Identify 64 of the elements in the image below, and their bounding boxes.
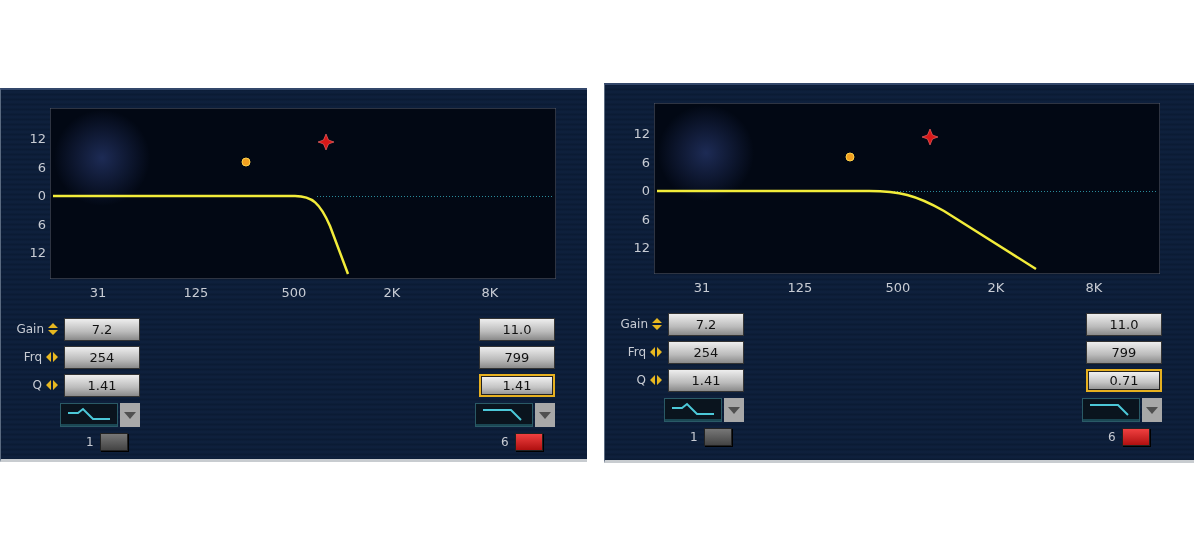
band-point-icon[interactable] <box>845 152 855 162</box>
parameter-label: Frq <box>23 350 42 364</box>
parameter-label: Q <box>32 378 42 392</box>
value-field[interactable]: 0.71 <box>1086 368 1162 392</box>
frequency-axis-label: 31 <box>88 285 108 302</box>
value-field[interactable]: 7.2 <box>64 317 140 341</box>
dropdown-icon[interactable] <box>724 398 744 422</box>
filter-type-selector[interactable] <box>475 403 533 427</box>
filter-type-selector[interactable] <box>1082 398 1140 422</box>
parameter-label: Frq <box>627 345 646 359</box>
gain-axis-label: 6 <box>37 216 46 234</box>
gain-axis-label: 12 <box>633 240 650 257</box>
gain-axis-label: 6 <box>641 154 650 172</box>
gain-axis-label: 12 <box>29 245 46 262</box>
left-right-arrows-icon[interactable] <box>46 380 58 390</box>
gain-axis-label: 6 <box>37 159 46 177</box>
band-toggle[interactable] <box>99 433 128 451</box>
dropdown-icon[interactable] <box>1142 398 1162 422</box>
frequency-axis-label: 125 <box>786 280 814 297</box>
gain-axis-label: 0 <box>641 183 650 200</box>
frequency-axis-label: 8K <box>1084 280 1104 297</box>
star-point-icon[interactable] <box>921 128 939 146</box>
band-point-icon[interactable] <box>241 157 251 167</box>
filter-type-selector[interactable] <box>664 398 722 422</box>
frequency-axis-label: 500 <box>884 280 912 297</box>
value-field[interactable]: 799 <box>1086 340 1162 364</box>
frequency-axis-label: 125 <box>182 285 210 302</box>
band-number: 1 <box>690 430 698 444</box>
star-point-icon[interactable] <box>317 133 335 151</box>
up-down-arrows-icon[interactable] <box>48 323 58 335</box>
band-toggle[interactable] <box>1121 428 1150 446</box>
value-field[interactable]: 1.41 <box>64 373 140 397</box>
frequency-axis-label: 500 <box>280 285 308 302</box>
value-field[interactable]: 254 <box>64 345 140 369</box>
value-field[interactable]: 11.0 <box>1086 312 1162 336</box>
dropdown-icon[interactable] <box>120 403 140 427</box>
gain-axis-label: 0 <box>37 188 46 205</box>
band-number: 6 <box>501 435 509 449</box>
value-field[interactable]: 1.41 <box>668 368 744 392</box>
gain-axis-label: 12 <box>29 131 46 148</box>
band-number: 6 <box>1108 430 1116 444</box>
gain-axis-label: 12 <box>633 126 650 143</box>
filter-type-selector[interactable] <box>60 403 118 427</box>
dropdown-icon[interactable] <box>535 403 555 427</box>
value-field[interactable]: 254 <box>668 340 744 364</box>
up-down-arrows-icon[interactable] <box>652 318 662 330</box>
left-right-arrows-icon[interactable] <box>650 375 662 385</box>
band-toggle[interactable] <box>514 433 543 451</box>
parameter-label: Q <box>636 373 646 387</box>
left-right-arrows-icon[interactable] <box>46 352 58 362</box>
frequency-axis-label: 2K <box>382 285 402 302</box>
frequency-axis-label: 31 <box>692 280 712 297</box>
value-field[interactable]: 1.41 <box>479 373 555 397</box>
frequency-axis-label: 8K <box>480 285 500 302</box>
band-number: 1 <box>86 435 94 449</box>
value-field[interactable]: 11.0 <box>479 317 555 341</box>
parameter-label: Gain <box>620 317 648 331</box>
value-field[interactable]: 7.2 <box>668 312 744 336</box>
gain-axis-label: 6 <box>641 211 650 229</box>
value-field[interactable]: 799 <box>479 345 555 369</box>
parameter-label: Gain <box>16 322 44 336</box>
left-right-arrows-icon[interactable] <box>650 347 662 357</box>
band-toggle[interactable] <box>703 428 732 446</box>
frequency-axis-label: 2K <box>986 280 1006 297</box>
